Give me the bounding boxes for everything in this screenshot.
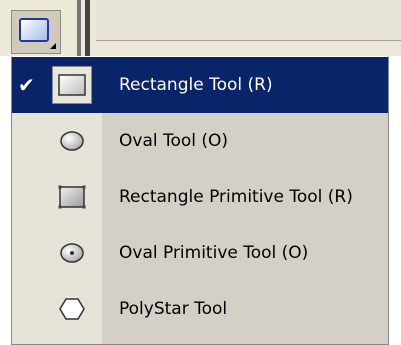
oval-primitive-icon — [60, 243, 84, 263]
menu-item-label: Oval Tool (O) — [119, 131, 229, 151]
toolbar-separator — [77, 0, 81, 56]
menu-item-label: Rectangle Primitive Tool (R) — [119, 187, 353, 207]
submenu-corner-icon — [50, 43, 56, 49]
menu-item-rectangle-primitive-tool[interactable]: Rectangle Primitive Tool (R) — [12, 169, 388, 225]
toolbar — [0, 0, 401, 56]
menu-item-label: Rectangle Tool (R) — [119, 75, 273, 95]
menu-item-oval-tool[interactable]: Oval Tool (O) — [12, 113, 388, 169]
rectangle-icon — [58, 74, 86, 96]
oval-icon — [60, 131, 84, 151]
menu-item-icon-box — [52, 66, 92, 104]
menu-item-polystar-tool[interactable]: PolyStar Tool — [12, 281, 388, 337]
menu-item-label: Oval Primitive Tool (O) — [119, 243, 309, 263]
shape-tools-menu: ✔ Rectangle Tool (R) Oval Tool (O) Recta… — [11, 56, 389, 345]
rectangle-tool-button[interactable] — [11, 10, 61, 54]
checkmark-icon: ✔ — [18, 73, 35, 97]
menu-item-oval-primitive-tool[interactable]: Oval Primitive Tool (O) — [12, 225, 388, 281]
polystar-icon — [59, 298, 85, 320]
menu-item-icon-box — [52, 290, 92, 328]
menu-item-rectangle-tool[interactable]: ✔ Rectangle Tool (R) — [12, 57, 388, 113]
toolbar-area — [96, 0, 401, 41]
menu-item-icon-box — [52, 234, 92, 272]
menu-item-label: PolyStar Tool — [119, 299, 228, 319]
menu-item-icon-box — [52, 178, 92, 216]
menu-item-icon-box — [52, 122, 92, 160]
rectangle-tool-icon — [19, 18, 49, 42]
toolbar-grip[interactable] — [85, 0, 90, 56]
rectangle-primitive-icon — [58, 185, 86, 209]
